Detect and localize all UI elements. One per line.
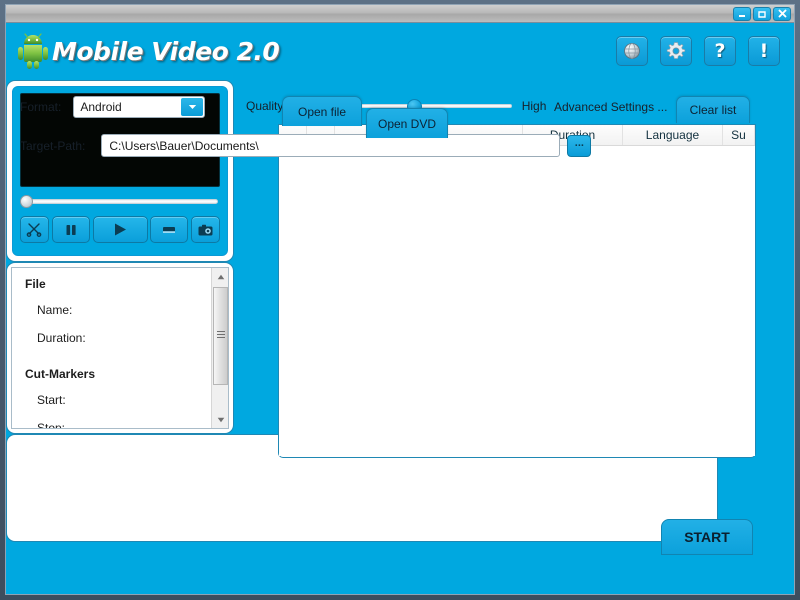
scissors-icon — [26, 223, 42, 237]
info-heading-cut-markers: Cut-Markers — [25, 367, 96, 381]
file-list-rows[interactable] — [279, 146, 755, 456]
pause-icon — [66, 224, 76, 235]
stop-icon — [163, 226, 176, 233]
seek-slider[interactable] — [20, 195, 220, 208]
scroll-up-button[interactable] — [212, 268, 228, 285]
clear-list-label: Clear list — [689, 103, 737, 117]
cut-button[interactable] — [20, 216, 49, 243]
main-content: File Name: Duration: Cut-Markers Start: … — [6, 80, 794, 594]
clear-list-button[interactable]: Clear list — [676, 96, 750, 123]
snapshot-button[interactable] — [191, 216, 220, 243]
target-path-label: Target-Path: — [20, 138, 86, 153]
format-row: Format: Android — [20, 96, 206, 118]
tab-strip: Open file Open DVD Clear list — [278, 96, 756, 140]
close-icon — [778, 9, 786, 18]
minimize-icon — [739, 14, 745, 17]
globe-icon — [624, 43, 640, 59]
question-mark-icon: ? — [714, 39, 726, 62]
play-button[interactable] — [92, 216, 148, 243]
info-heading-file: File — [25, 277, 46, 291]
scroll-thumb[interactable] — [213, 287, 228, 385]
stop-button[interactable] — [150, 216, 189, 243]
gear-icon — [666, 42, 686, 59]
pause-button[interactable] — [51, 216, 90, 243]
about-button[interactable]: ! — [748, 36, 780, 66]
file-info-list: File Name: Duration: Cut-Markers Start: … — [12, 268, 208, 429]
format-select[interactable]: Android — [73, 96, 206, 118]
chevron-down-icon[interactable] — [181, 98, 204, 116]
language-button[interactable] — [616, 36, 648, 66]
close-button[interactable] — [773, 6, 791, 21]
format-label: Format: — [20, 100, 62, 114]
camera-icon — [198, 224, 213, 235]
header-toolbar: ? ! — [616, 36, 780, 66]
info-label-name: Name: — [37, 303, 73, 317]
help-button[interactable]: ? — [704, 36, 736, 66]
android-robot-icon — [18, 33, 48, 69]
info-label-stop: Stop: — [37, 421, 66, 429]
app-logo: Mobile Video 2.0 — [16, 33, 280, 69]
format-selected-value: Android — [80, 100, 122, 114]
tab-open-dvd-label: Open DVD — [377, 116, 437, 131]
title-bar — [6, 5, 794, 23]
file-info-panel: File Name: Duration: Cut-Markers Start: … — [6, 262, 234, 434]
info-label-start: Start: — [37, 393, 66, 407]
start-button[interactable]: START — [661, 519, 753, 555]
app-title: Mobile Video 2.0 — [52, 36, 280, 66]
app-header: Mobile Video 2.0 ? ! — [6, 23, 794, 79]
minimize-button[interactable] — [733, 6, 751, 21]
maximize-button[interactable] — [753, 6, 771, 21]
tab-open-file[interactable]: Open file — [282, 96, 362, 126]
chevron-up-icon — [217, 274, 224, 279]
scroll-down-button[interactable] — [212, 411, 228, 428]
scroll-grip-icon — [217, 331, 225, 340]
window-inner: Mobile Video 2.0 ? ! File Name: Duration… — [5, 4, 795, 595]
play-icon — [114, 223, 126, 236]
info-label-duration: Duration: — [37, 331, 86, 345]
chevron-down-glyph — [188, 105, 197, 109]
tab-open-dvd[interactable]: Open DVD — [366, 108, 448, 138]
exclamation-mark-icon: ! — [759, 39, 769, 62]
transport-controls — [20, 216, 220, 243]
seek-track — [22, 199, 218, 204]
application-window: Mobile Video 2.0 ? ! File Name: Duration… — [0, 0, 800, 600]
chevron-down-icon — [217, 417, 224, 422]
tab-open-file-label: Open file — [297, 104, 347, 119]
info-scrollbar[interactable] — [211, 268, 228, 428]
seek-thumb[interactable] — [20, 195, 33, 208]
file-info-scroll-area: File Name: Duration: Cut-Markers Start: … — [11, 267, 229, 429]
restore-icon — [758, 10, 766, 18]
settings-button[interactable] — [660, 36, 692, 66]
file-list-panel: Name Duration Language Su — [278, 124, 756, 458]
